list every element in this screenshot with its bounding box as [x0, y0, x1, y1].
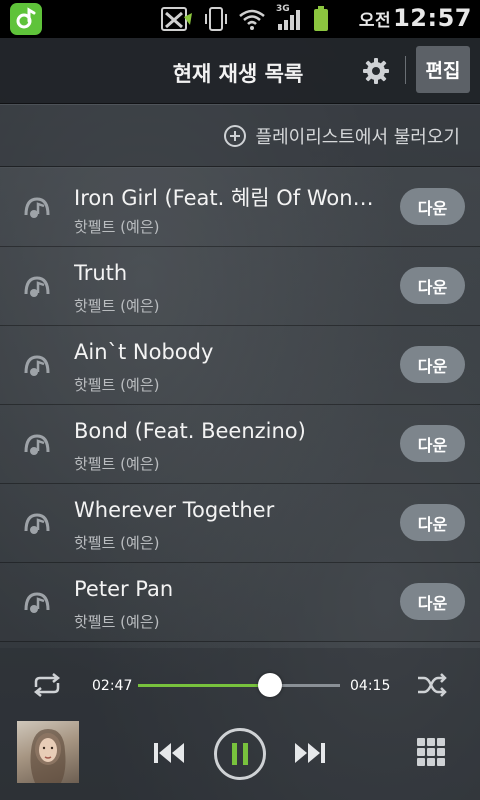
shuffle-icon[interactable]	[416, 672, 448, 698]
header: 현재 재생 목록 편집	[0, 38, 480, 104]
status-clock: 오전12:57	[359, 4, 472, 32]
song-title: Bond (Feat. Beenzino)	[74, 419, 306, 443]
gear-icon	[363, 58, 389, 84]
no-sim-icon	[161, 7, 192, 31]
total-time: 04:15	[350, 678, 391, 694]
progress-bar[interactable]	[138, 673, 340, 697]
vibrate-icon	[205, 7, 227, 31]
download-button[interactable]: 다운	[400, 583, 465, 620]
pause-icon	[232, 743, 248, 765]
wifi-icon	[239, 9, 265, 30]
download-button[interactable]: 다운	[400, 188, 465, 225]
status-icons: 3G	[160, 4, 330, 33]
now-playing-note-icon	[24, 276, 50, 297]
download-button[interactable]: 다운	[400, 346, 465, 383]
download-button[interactable]: 다운	[400, 267, 465, 304]
next-icon[interactable]	[293, 740, 327, 766]
plus-circle-icon	[223, 125, 246, 147]
load-from-playlist-row[interactable]: 플레이리스트에서 불러오기	[0, 105, 480, 167]
song-title: Ain`t Nobody	[74, 340, 214, 364]
download-button[interactable]: 다운	[400, 504, 465, 541]
song-row[interactable]: Truth 핫펠트 (예은) 다운	[0, 247, 480, 326]
song-artist: 핫펠트 (예은)	[74, 534, 160, 552]
battery-icon	[314, 6, 328, 31]
page-title: 현재 재생 목록	[0, 58, 480, 88]
song-artist: 핫펠트 (예은)	[74, 376, 160, 394]
previous-icon[interactable]	[152, 740, 186, 766]
repeat-icon[interactable]	[30, 673, 64, 697]
now-playing-note-icon	[24, 513, 50, 534]
music-app-icon[interactable]	[10, 3, 42, 35]
song-row[interactable]: Wherever Together 핫펠트 (예은) 다운	[0, 484, 480, 563]
settings-button[interactable]	[360, 55, 392, 87]
now-playing-note-icon	[24, 197, 50, 218]
network-type: 3G	[276, 4, 290, 14]
song-row[interactable]: Ain`t Nobody 핫펠트 (예은) 다운	[0, 326, 480, 405]
page-title-text: 현재 재생 목록	[172, 62, 304, 86]
progress-fill	[138, 684, 271, 687]
song-title: Iron Girl (Feat. 혜림 Of Wonder Girls)	[74, 186, 384, 210]
album-art[interactable]	[17, 721, 79, 783]
edit-button[interactable]: 편집	[416, 46, 470, 93]
song-row[interactable]: Bond (Feat. Beenzino) 핫펠트 (예은) 다운	[0, 405, 480, 484]
song-artist: 핫펠트 (예은)	[74, 297, 160, 315]
clock-time: 12:57	[393, 4, 472, 32]
song-row[interactable]: Peter Pan 핫펠트 (예은) 다운	[0, 563, 480, 642]
play-pause-button[interactable]	[214, 728, 266, 780]
header-divider	[405, 56, 406, 84]
load-from-playlist-label: 플레이리스트에서 불러오기	[255, 127, 460, 148]
signal-icon: 3G	[276, 4, 302, 32]
song-title: Wherever Together	[74, 498, 275, 522]
status-bar: 3G 오전12:57	[0, 0, 480, 38]
now-playing-note-icon	[24, 355, 50, 376]
album-art-image	[30, 729, 66, 783]
song-artist: 핫펠트 (예은)	[74, 613, 160, 631]
song-title: Truth	[74, 261, 128, 285]
now-playing-note-icon	[24, 434, 50, 455]
grid-menu-icon[interactable]	[416, 737, 446, 767]
song-row[interactable]: Iron Girl (Feat. 혜림 Of Wonder Girls) 핫펠트…	[0, 168, 480, 247]
progress-knob[interactable]	[258, 673, 283, 697]
player-controls: 02:47 04:15	[0, 648, 480, 800]
clock-ampm: 오전	[358, 11, 392, 31]
elapsed-time: 02:47	[92, 678, 133, 694]
song-artist: 핫펠트 (예은)	[74, 218, 160, 236]
now-playing-note-icon	[24, 592, 50, 613]
song-title: Peter Pan	[74, 577, 174, 601]
song-list: Iron Girl (Feat. 혜림 Of Wonder Girls) 핫펠트…	[0, 168, 480, 642]
download-button[interactable]: 다운	[400, 425, 465, 462]
song-artist: 핫펠트 (예은)	[74, 455, 160, 473]
load-from-playlist-button[interactable]: 플레이리스트에서 불러오기	[223, 123, 460, 149]
